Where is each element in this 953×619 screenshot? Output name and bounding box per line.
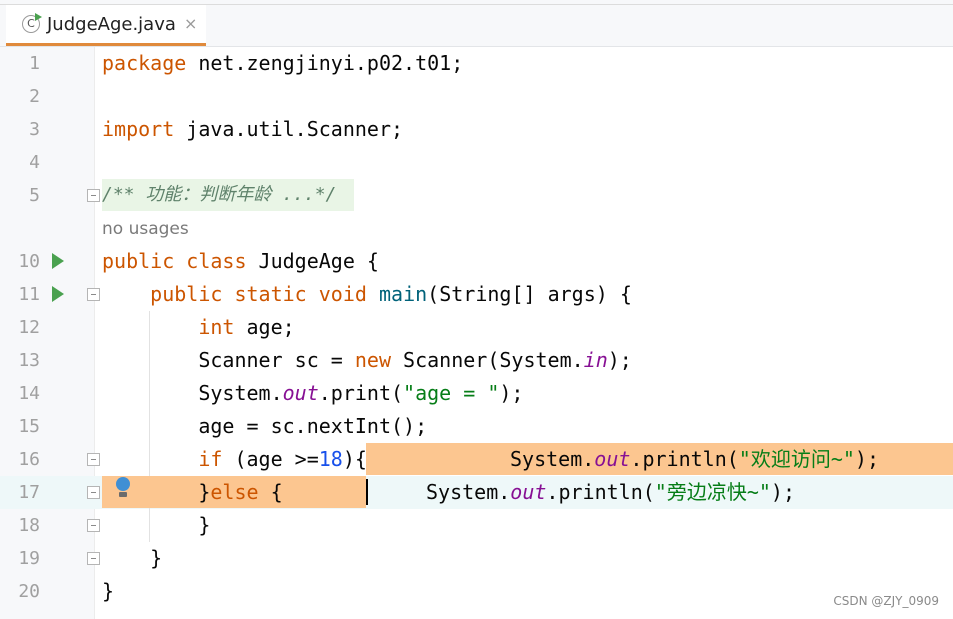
code-line[interactable]: if (age >=18){ xyxy=(102,443,367,476)
line-number: 13 xyxy=(18,350,40,371)
java-class-icon: C xyxy=(22,13,42,33)
line-number: 14 xyxy=(18,383,40,404)
fold-collapse-icon[interactable] xyxy=(87,552,100,565)
tab-title: JudgeAge.java xyxy=(47,14,176,35)
watermark: CSDN @ZJY_0909 xyxy=(833,594,939,608)
close-tab-icon[interactable]: × xyxy=(184,14,197,33)
line-number: 12 xyxy=(18,317,40,338)
java-class-icon-letter: C xyxy=(27,17,35,30)
code-line[interactable]: int age; xyxy=(102,311,294,344)
code-line[interactable]: public class JudgeAge { xyxy=(102,245,379,278)
lightbulb-base xyxy=(119,492,127,497)
run-main-icon[interactable] xyxy=(52,286,64,302)
line-number: 17 xyxy=(18,482,40,503)
run-class-icon[interactable] xyxy=(52,253,64,269)
code-println-welcome[interactable]: System.out.println("欢迎访问~"); xyxy=(510,443,879,476)
code-line[interactable]: } xyxy=(102,542,162,575)
line-number: 15 xyxy=(18,416,40,437)
code-line[interactable]: } xyxy=(102,575,114,608)
code-line[interactable]: System.out.print("age = "); xyxy=(102,377,523,410)
text-cursor xyxy=(366,479,368,505)
fold-collapse-icon[interactable] xyxy=(87,519,100,532)
runnable-mark-icon xyxy=(35,13,42,21)
fold-collapse-icon[interactable] xyxy=(87,288,100,301)
code-println-cool[interactable]: System.out.println("旁边凉快~"); xyxy=(426,476,795,509)
fold-expand-icon[interactable] xyxy=(87,189,100,202)
tab-judgeage-java[interactable]: C JudgeAge.java × xyxy=(6,5,206,46)
line-number: 5 xyxy=(29,185,40,206)
doc-comment[interactable]: /** 功能：判断年龄 ...*/ xyxy=(102,179,336,211)
line-number: 11 xyxy=(18,284,40,305)
line-number: 1 xyxy=(29,53,40,74)
code-line[interactable]: age = sc.nextInt(); xyxy=(102,410,427,443)
line-number: 16 xyxy=(18,449,40,470)
code-line[interactable]: } xyxy=(102,509,210,542)
code-line[interactable]: public static void main(String[] args) { xyxy=(102,278,632,311)
line-number: 19 xyxy=(18,548,40,569)
fold-collapse-icon[interactable] xyxy=(87,453,100,466)
line-number: 18 xyxy=(18,515,40,536)
editor-tab-bar: C JudgeAge.java × xyxy=(0,0,953,47)
lightbulb-icon[interactable] xyxy=(116,477,130,491)
line-number: 20 xyxy=(18,581,40,602)
line-number: 4 xyxy=(29,152,40,173)
line-number: 10 xyxy=(18,251,40,272)
line-number: 2 xyxy=(29,86,40,107)
line-number: 3 xyxy=(29,119,40,140)
code-line[interactable]: package net.zengjinyi.p02.t01; xyxy=(102,47,463,80)
code-line[interactable]: import java.util.Scanner; xyxy=(102,113,403,146)
fold-collapse-icon[interactable] xyxy=(87,486,100,499)
usages-hint[interactable]: no usages xyxy=(102,214,189,244)
code-line[interactable]: Scanner sc = new Scanner(System.in); xyxy=(102,344,632,377)
